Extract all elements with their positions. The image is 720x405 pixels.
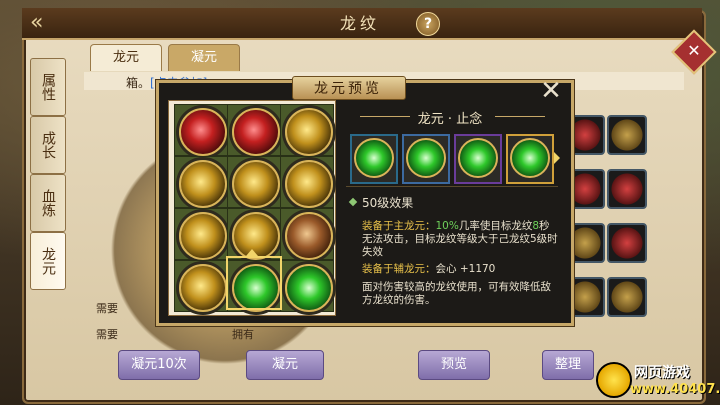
dragon-gem-icon	[179, 212, 227, 260]
gem-slot[interactable]	[227, 104, 281, 156]
main-slot-chance: 10%	[435, 220, 459, 232]
detail-divider	[346, 186, 558, 187]
inventory-slot[interactable]	[607, 115, 647, 155]
gem-description: 面对伤害较高的龙纹使用，可有效降低敌方龙纹的伤害。	[362, 281, 551, 306]
dragon-gem-icon	[510, 138, 550, 178]
side-tab-growth[interactable]: 成长	[30, 116, 66, 174]
popup-title: 龙元预览	[314, 81, 382, 97]
gem-slot[interactable]	[280, 156, 334, 208]
dragon-gem-icon	[285, 264, 333, 312]
window-title: 龙纹	[339, 14, 380, 33]
dragon-gem-icon	[285, 160, 333, 208]
aux-slot-effect: 装备于辅龙元：会心 +1170	[362, 263, 558, 276]
condense-10-button[interactable]: 凝元10次	[118, 350, 200, 380]
side-tab-blood-refine[interactable]: 血炼	[30, 174, 66, 232]
gem-slot[interactable]	[174, 208, 228, 260]
gem-slot[interactable]	[227, 156, 281, 208]
side-tab-attributes[interactable]: 属性	[30, 58, 66, 116]
site-logo-mascot-icon	[596, 362, 632, 398]
dragon-gem-icon	[458, 138, 498, 178]
dragon-gem-icon	[354, 138, 394, 178]
aux-slot-label: 装备于辅龙元：	[362, 263, 436, 275]
condense-button[interactable]: 凝元	[246, 350, 324, 380]
gem-slot[interactable]	[174, 156, 228, 208]
tab-dragon-yuan[interactable]: 龙元	[90, 44, 163, 71]
gem-slot[interactable]	[174, 104, 228, 156]
back-arrow-icon[interactable]: «	[30, 10, 56, 36]
help-button[interactable]: ?	[416, 12, 440, 36]
gem-slot[interactable]	[280, 260, 334, 312]
main-slot-text-1: 几率使目标龙纹	[458, 220, 533, 232]
dragon-gem-icon	[285, 108, 333, 156]
cost-label-2: 需要	[96, 328, 118, 341]
gem-variant-slot[interactable]	[506, 134, 554, 184]
variant-selected-arrow-icon	[554, 152, 560, 164]
sort-button[interactable]: 整理	[542, 350, 594, 380]
inventory-slot[interactable]	[607, 169, 647, 209]
gem-slot[interactable]	[280, 208, 334, 260]
gem-slot[interactable]	[174, 260, 228, 312]
preview-button[interactable]: 预览	[418, 350, 490, 380]
selected-indicator-icon	[246, 249, 258, 256]
main-slot-label: 装备于主龙元：	[362, 220, 436, 232]
tab-condense[interactable]: 凝元	[168, 44, 241, 71]
side-tab-dragon-yuan[interactable]: 龙元	[30, 232, 66, 290]
logo-text-2: www.40407.com	[630, 382, 720, 397]
dragon-gem-icon	[179, 160, 227, 208]
gem-variant-slot[interactable]	[402, 134, 450, 184]
inventory-slot[interactable]	[607, 223, 647, 263]
event-strip-text: 箱。	[126, 76, 151, 90]
gem-variant-slot[interactable]	[454, 134, 502, 184]
owned-label: 拥有	[232, 328, 254, 341]
gem-slot[interactable]	[280, 104, 334, 156]
aux-slot-value: 会心 +1170	[435, 263, 496, 275]
window-close-icon[interactable]: ✕	[678, 36, 710, 66]
dragon-gem-icon	[285, 212, 333, 260]
dragon-gem-icon	[179, 264, 227, 312]
dragon-gem-icon	[232, 108, 280, 156]
dragon-gem-icon	[179, 108, 227, 156]
level-effect-label: 50级效果	[362, 196, 414, 210]
gem-detail-title: 龙元 · 止念	[417, 112, 483, 127]
popup-close-button[interactable]: ✕	[540, 78, 562, 104]
inventory-slot[interactable]	[607, 277, 647, 317]
dragon-gem-icon	[232, 160, 280, 208]
gem-variant-slot[interactable]	[350, 134, 398, 184]
selected-gem-frame	[226, 256, 282, 310]
main-slot-effect: 装备于主龙元：10%几率使目标龙纹8秒无法攻击，目标龙纹等级大于己龙纹5级时失效	[362, 220, 558, 259]
dragon-gem-icon	[406, 138, 446, 178]
logo-text-1: 网页游戏	[634, 365, 690, 381]
cost-label-1: 需要	[96, 302, 118, 315]
